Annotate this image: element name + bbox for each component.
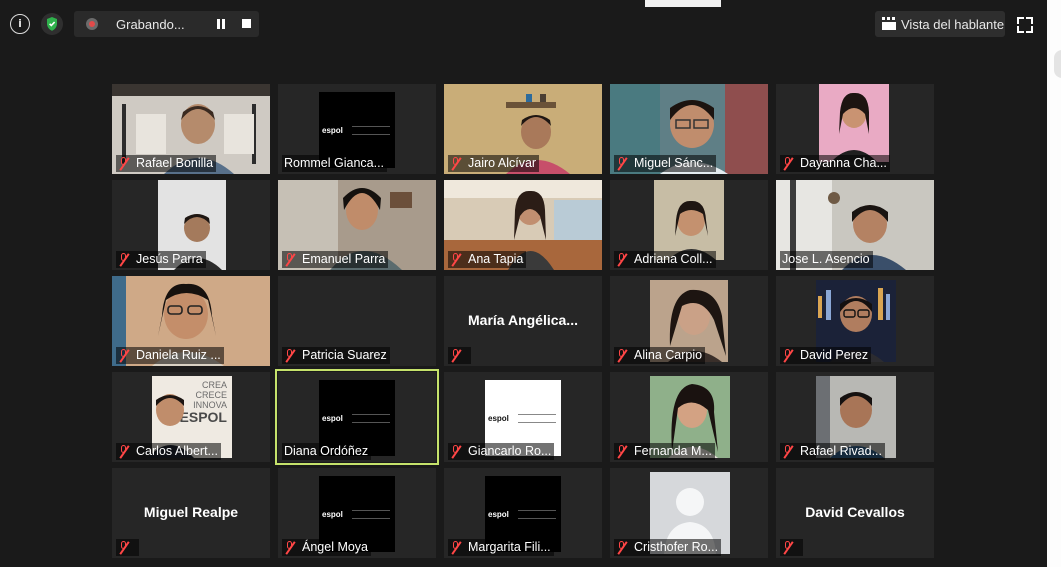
participant-name-label: [448, 347, 471, 364]
window-edge: [1047, 0, 1061, 567]
recording-indicator: Grabando...: [74, 11, 259, 37]
participant-name-label: David Perez: [780, 347, 872, 364]
participant-name-label: Margarita Fili...: [448, 539, 554, 556]
muted-mic-icon: [616, 445, 628, 458]
participant-tile[interactable]: Miguel Sánc...: [610, 84, 768, 174]
participant-name-label: [116, 539, 139, 556]
participant-tile[interactable]: David Perez: [776, 276, 934, 366]
muted-mic-icon: [782, 157, 794, 170]
participant-display-name: Miguel Realpe: [143, 504, 239, 520]
participant-name-label: Giancarlo Ro...: [448, 443, 555, 460]
participant-name-label: Carlos Albert...: [116, 443, 221, 460]
top-tab-handle[interactable]: [645, 0, 721, 7]
participant-name-label: Emanuel Parra: [282, 251, 389, 268]
participant-tile[interactable]: Emanuel Parra: [278, 180, 436, 270]
meeting-top-bar: i Grabando... Vista del hablante: [0, 0, 1061, 50]
participant-name-label: Rafael Rivad...: [780, 443, 885, 460]
participant-tile[interactable]: Dayanna Cha...: [776, 84, 934, 174]
participant-tile[interactable]: espol Ángel Moya: [278, 468, 436, 558]
svg-text:CRECE: CRECE: [195, 390, 227, 400]
participant-tile[interactable]: Cristhofer Ro...: [610, 468, 768, 558]
muted-mic-icon: [450, 253, 462, 266]
participant-name-label: Rafael Bonilla: [116, 155, 217, 172]
participant-tile[interactable]: Jose L. Asencio: [776, 180, 934, 270]
participant-name-label: Patricia Suarez: [282, 347, 390, 364]
participant-name-label: Rommel Gianca...: [282, 155, 388, 172]
participant-tile[interactable]: Rafael Rivad...: [776, 372, 934, 462]
muted-mic-icon: [616, 157, 628, 170]
speaker-view-button[interactable]: Vista del hablante: [875, 11, 1005, 37]
muted-mic-icon: [782, 349, 794, 362]
muted-mic-icon: [118, 445, 130, 458]
muted-mic-icon: [284, 541, 296, 554]
participant-name-label: Ana Tapia: [448, 251, 527, 268]
muted-mic-icon: [118, 541, 130, 554]
recording-dot-icon: [86, 18, 98, 30]
participant-tile[interactable]: Adriana Coll...: [610, 180, 768, 270]
muted-mic-icon: [284, 349, 296, 362]
participant-name-label: Adriana Coll...: [614, 251, 716, 268]
participant-tile[interactable]: espol Giancarlo Ro...: [444, 372, 602, 462]
participant-tile[interactable]: Jairo Alcívar: [444, 84, 602, 174]
muted-mic-icon: [450, 157, 462, 170]
participant-tile[interactable]: María Angélica...: [444, 276, 602, 366]
info-icon[interactable]: i: [10, 14, 30, 34]
security-shield-icon[interactable]: [40, 12, 64, 36]
participant-display-name: María Angélica...: [468, 312, 578, 328]
participant-tile[interactable]: Rafael Bonilla: [112, 84, 270, 174]
speaker-view-icon: [882, 17, 896, 30]
participant-tile[interactable]: Miguel Realpe: [112, 468, 270, 558]
participant-name-label: Jesús Parra: [116, 251, 206, 268]
participant-name-label: Cristhofer Ro...: [614, 539, 722, 556]
muted-mic-icon: [450, 349, 462, 362]
svg-text:CREA: CREA: [202, 380, 227, 390]
participant-tile[interactable]: Alina Carpio: [610, 276, 768, 366]
muted-mic-icon: [450, 445, 462, 458]
participant-name-label: Alina Carpio: [614, 347, 706, 364]
participant-name-label: Daniela Ruiz ...: [116, 347, 224, 364]
muted-mic-icon: [616, 253, 628, 266]
speaker-view-label: Vista del hablante: [901, 17, 1005, 32]
stop-recording-icon[interactable]: [242, 19, 251, 28]
muted-mic-icon: [782, 541, 794, 554]
muted-mic-icon: [782, 445, 794, 458]
participant-name-label: Miguel Sánc...: [614, 155, 717, 172]
participant-name-label: Jose L. Asencio: [780, 251, 873, 268]
participant-tile[interactable]: Ana Tapia: [444, 180, 602, 270]
participant-tile[interactable]: Jesús Parra: [112, 180, 270, 270]
participant-tile[interactable]: David Cevallos: [776, 468, 934, 558]
participant-tile-active-speaker[interactable]: espol Diana Ordóñez: [275, 369, 439, 465]
participant-name-label: [780, 539, 803, 556]
participant-tile[interactable]: Patricia Suarez: [278, 276, 436, 366]
muted-mic-icon: [118, 253, 130, 266]
participant-tile[interactable]: Daniela Ruiz ...: [112, 276, 270, 366]
muted-mic-icon: [616, 349, 628, 362]
side-panel-handle[interactable]: [1054, 50, 1061, 78]
muted-mic-icon: [616, 541, 628, 554]
participant-tile[interactable]: espol Margarita Fili...: [444, 468, 602, 558]
participant-name-label: Ángel Moya: [282, 539, 372, 556]
muted-mic-icon: [284, 253, 296, 266]
muted-mic-icon: [450, 541, 462, 554]
participant-name-label: Dayanna Cha...: [780, 155, 890, 172]
participant-tile[interactable]: CREA CRECE INNOVA ESPOL Carlos Albert...: [112, 372, 270, 462]
participant-name-label: Fernanda M...: [614, 443, 715, 460]
muted-mic-icon: [118, 349, 130, 362]
participant-tile[interactable]: Fernanda M...: [610, 372, 768, 462]
svg-text:ESPOL: ESPOL: [180, 409, 228, 425]
recording-label: Grabando...: [116, 17, 185, 32]
pause-recording-icon[interactable]: [216, 19, 226, 29]
muted-mic-icon: [118, 157, 130, 170]
participant-tile[interactable]: espol Rommel Gianca...: [278, 84, 436, 174]
participant-name-label: Jairo Alcívar: [448, 155, 540, 172]
participant-display-name: David Cevallos: [805, 504, 905, 520]
participant-name-label: Diana Ordóñez: [282, 443, 372, 460]
fullscreen-icon[interactable]: [1017, 17, 1033, 33]
